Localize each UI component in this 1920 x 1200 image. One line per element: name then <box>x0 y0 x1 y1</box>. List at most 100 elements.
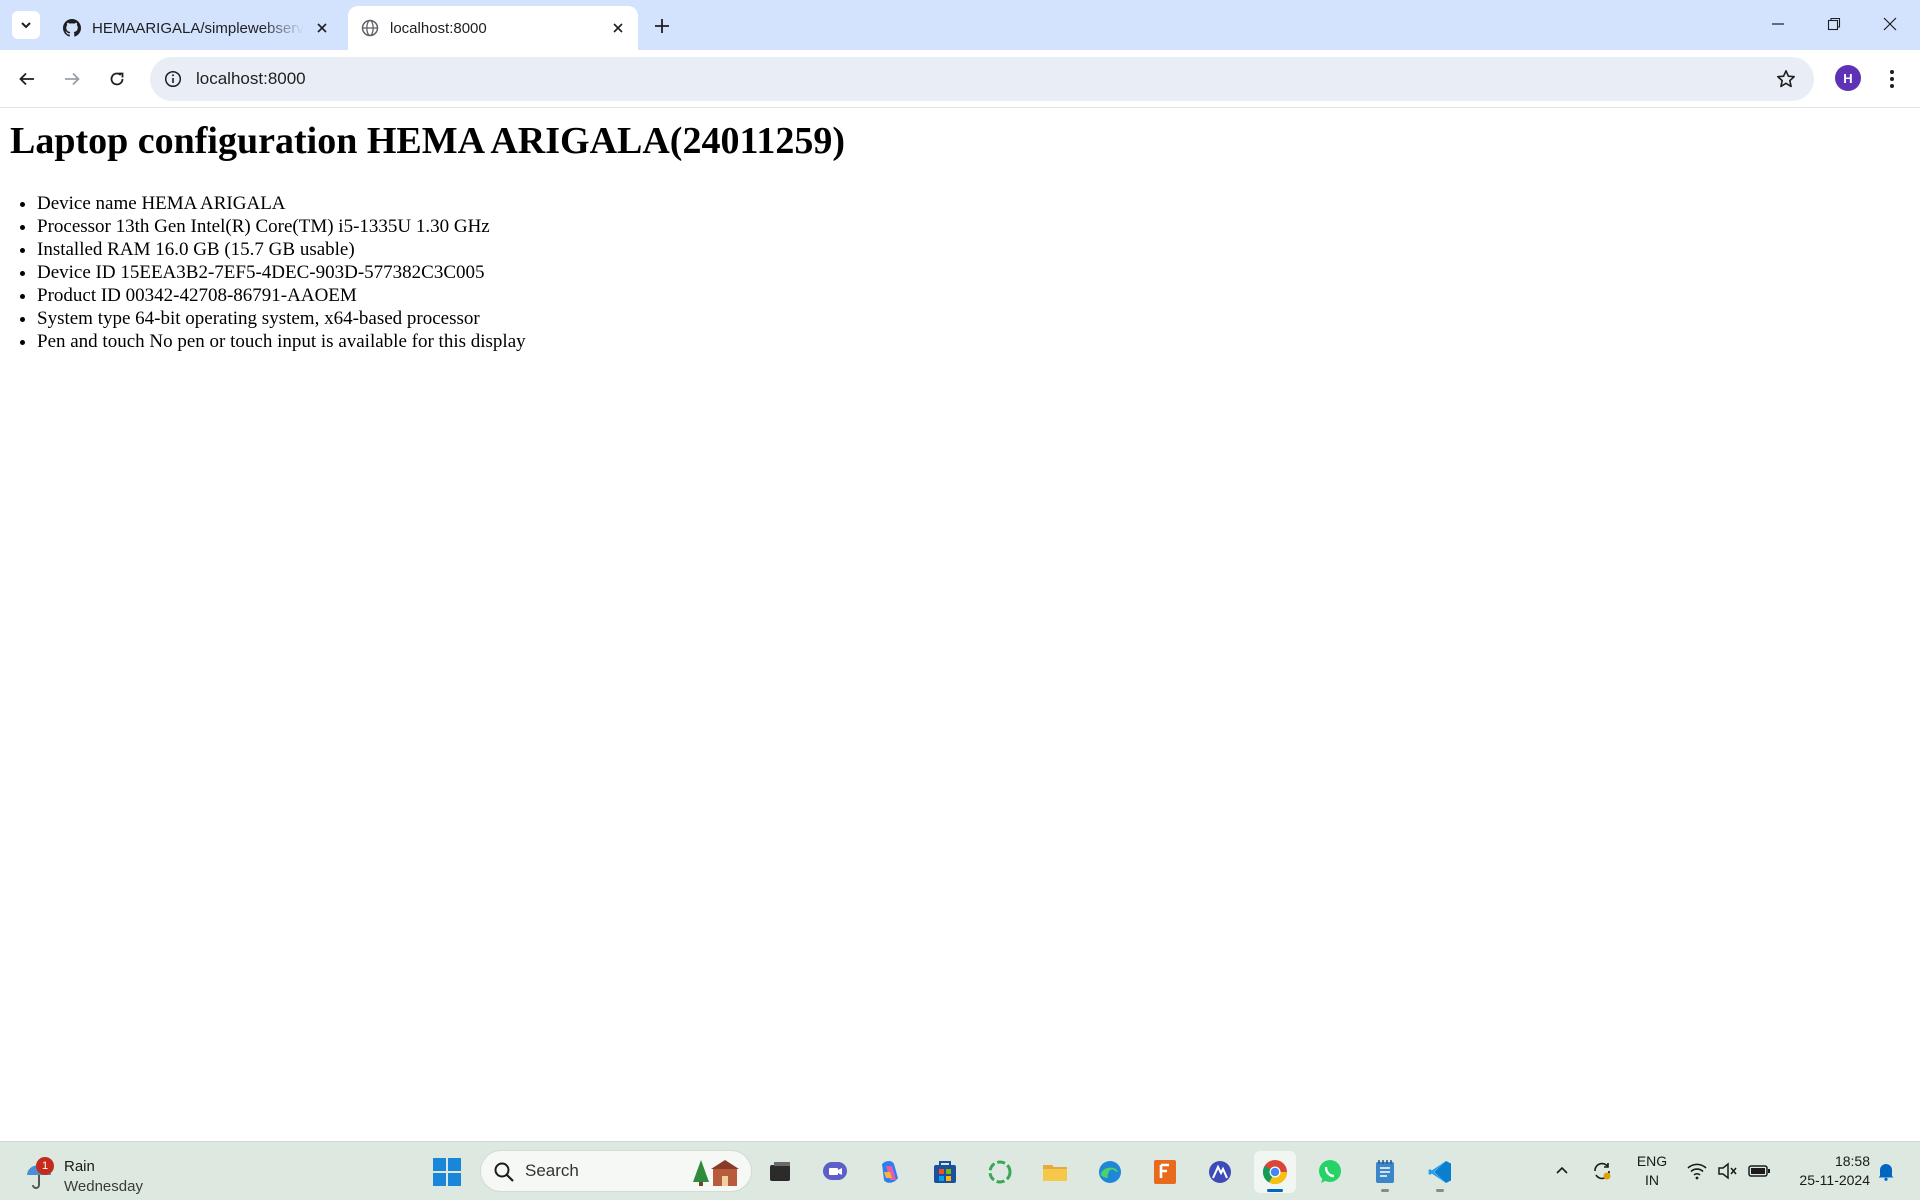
taskbar-app-explorer[interactable] <box>1034 1151 1076 1193</box>
url-text[interactable]: localhost:8000 <box>196 57 306 101</box>
file-explorer-icon <box>1043 1165 1067 1181</box>
tab-localhost[interactable]: localhost:8000 <box>348 6 638 50</box>
language-indicator[interactable]: ENG IN <box>1632 1152 1672 1190</box>
search-highlight-icon <box>693 1160 739 1186</box>
forward-button[interactable] <box>56 63 88 95</box>
spec-item-system-type: System type 64-bit operating system, x64… <box>37 307 526 330</box>
address-bar[interactable]: localhost:8000 <box>150 57 1814 101</box>
edge-icon <box>1099 1161 1121 1183</box>
weather-day: Wednesday <box>64 1178 143 1195</box>
tab-search-button[interactable] <box>12 11 40 39</box>
reload-icon <box>110 72 124 86</box>
close-window-button[interactable] <box>1872 8 1908 40</box>
close-tab-icon[interactable] <box>606 16 630 40</box>
windows-logo-icon <box>433 1158 461 1186</box>
browser-menu-button[interactable] <box>1880 63 1904 95</box>
copilot-icon <box>882 1161 898 1183</box>
clock[interactable]: 18:58 25-11-2024 <box>1780 1152 1870 1190</box>
app-f-icon <box>1154 1160 1176 1184</box>
spec-item-installed-ram: Installed RAM 16.0 GB (15.7 GB usable) <box>37 238 526 261</box>
new-tab-button[interactable] <box>648 12 676 40</box>
volume-muted-icon <box>1718 1162 1737 1180</box>
search-label: Search <box>525 1161 579 1180</box>
arrow-left-icon <box>19 72 34 86</box>
tab-title: localhost:8000 <box>390 19 487 37</box>
taskbar-app-store[interactable] <box>924 1151 966 1193</box>
spec-item-pen-touch: Pen and touch No pen or touch input is a… <box>37 330 526 353</box>
chevron-up-icon <box>1556 1166 1568 1174</box>
restore-icon <box>1827 17 1841 31</box>
search-icon <box>494 1162 514 1182</box>
taskbar: 1 Rain Wednesday Search ENG IN 18:58 25-… <box>0 1141 1920 1200</box>
wifi-icon <box>1687 1163 1707 1180</box>
chevron-down-icon <box>21 22 31 29</box>
profile-avatar[interactable]: H <box>1835 65 1861 91</box>
tab-github[interactable]: HEMAARIGALA/simplewebserver <box>50 6 342 50</box>
close-icon <box>1883 17 1897 31</box>
running-indicator <box>1381 1189 1389 1192</box>
taskbar-app-arc[interactable] <box>1199 1151 1241 1193</box>
spec-list: Device name HEMA ARIGALA Processor 13th … <box>37 192 526 353</box>
tab-title: HEMAARIGALA/simplewebserver <box>92 19 304 37</box>
notepad-icon <box>1376 1160 1394 1183</box>
clock-date: 25-11-2024 <box>1799 1172 1870 1188</box>
volume-button[interactable] <box>1714 1142 1740 1200</box>
taskbar-app-files[interactable] <box>759 1151 801 1193</box>
spec-item-device-name: Device name HEMA ARIGALA <box>37 192 526 215</box>
taskbar-app-vscode[interactable] <box>1419 1151 1461 1193</box>
spec-item-product-id: Product ID 00342-42708-86791-AAOEM <box>37 284 526 307</box>
running-indicator <box>1267 1189 1283 1192</box>
wifi-button[interactable] <box>1683 1142 1711 1200</box>
spec-item-processor: Processor 13th Gen Intel(R) Core(TM) i5-… <box>37 215 526 238</box>
minimize-button[interactable] <box>1760 8 1796 40</box>
language-region: IN <box>1645 1172 1659 1188</box>
clock-time: 18:58 <box>1834 1153 1870 1169</box>
arrow-right-icon <box>65 72 80 86</box>
tab-strip: HEMAARIGALA/simplewebserver localhost:80… <box>0 0 1920 50</box>
more-vertical-icon <box>1890 70 1894 88</box>
notifications-button[interactable] <box>1874 1142 1898 1200</box>
teams-meet-icon <box>823 1162 847 1180</box>
start-button[interactable] <box>426 1151 468 1193</box>
store-icon <box>934 1161 956 1183</box>
vscode-icon <box>1428 1161 1451 1183</box>
taskbar-app-notepad[interactable] <box>1364 1151 1406 1193</box>
taskbar-search[interactable]: Search <box>480 1150 752 1192</box>
taskbar-app-whatsapp[interactable] <box>1309 1151 1351 1193</box>
weather-widget[interactable]: 1 Rain Wednesday <box>20 1150 220 1195</box>
battery-button[interactable] <box>1744 1142 1774 1200</box>
close-tab-icon[interactable] <box>310 16 334 40</box>
arc-app-icon <box>1209 1161 1231 1183</box>
bookmark-star-icon[interactable] <box>1774 67 1798 91</box>
sync-tray-button[interactable] <box>1588 1142 1616 1200</box>
taskbar-app-copilot[interactable] <box>869 1151 911 1193</box>
taskbar-app-teams[interactable] <box>814 1151 856 1193</box>
bell-icon <box>1878 1164 1894 1181</box>
taskbar-app-edge[interactable] <box>1089 1151 1131 1193</box>
web-page: Laptop configuration HEMA ARIGALA(240112… <box>0 109 1920 1141</box>
page-heading: Laptop configuration HEMA ARIGALA(240112… <box>10 120 846 162</box>
github-icon <box>62 18 82 38</box>
whatsapp-icon <box>1319 1160 1341 1183</box>
sync-icon <box>1594 1162 1611 1180</box>
taskbar-app-f[interactable] <box>1144 1151 1186 1193</box>
language-code: ENG <box>1636 1153 1668 1169</box>
reload-button[interactable] <box>101 63 133 95</box>
green-ring-icon <box>988 1160 1012 1184</box>
running-indicator <box>1436 1189 1444 1192</box>
plus-icon <box>655 19 669 33</box>
chrome-icon <box>1262 1160 1287 1185</box>
spec-item-device-id: Device ID 15EEA3B2-7EF5-4DEC-903D-577382… <box>37 261 526 284</box>
site-info-icon[interactable] <box>162 68 184 90</box>
show-hidden-icons-button[interactable] <box>1550 1142 1574 1200</box>
restore-button[interactable] <box>1816 8 1852 40</box>
taskbar-app-ring[interactable] <box>979 1151 1021 1193</box>
weather-alert-badge: 1 <box>36 1157 54 1175</box>
globe-icon <box>360 18 380 38</box>
minimize-icon <box>1772 23 1784 25</box>
back-button[interactable] <box>11 63 43 95</box>
taskbar-app-chrome[interactable] <box>1254 1151 1296 1193</box>
weather-condition: Rain <box>64 1158 95 1175</box>
battery-icon <box>1748 1165 1770 1177</box>
file-manager-icon <box>770 1162 790 1181</box>
